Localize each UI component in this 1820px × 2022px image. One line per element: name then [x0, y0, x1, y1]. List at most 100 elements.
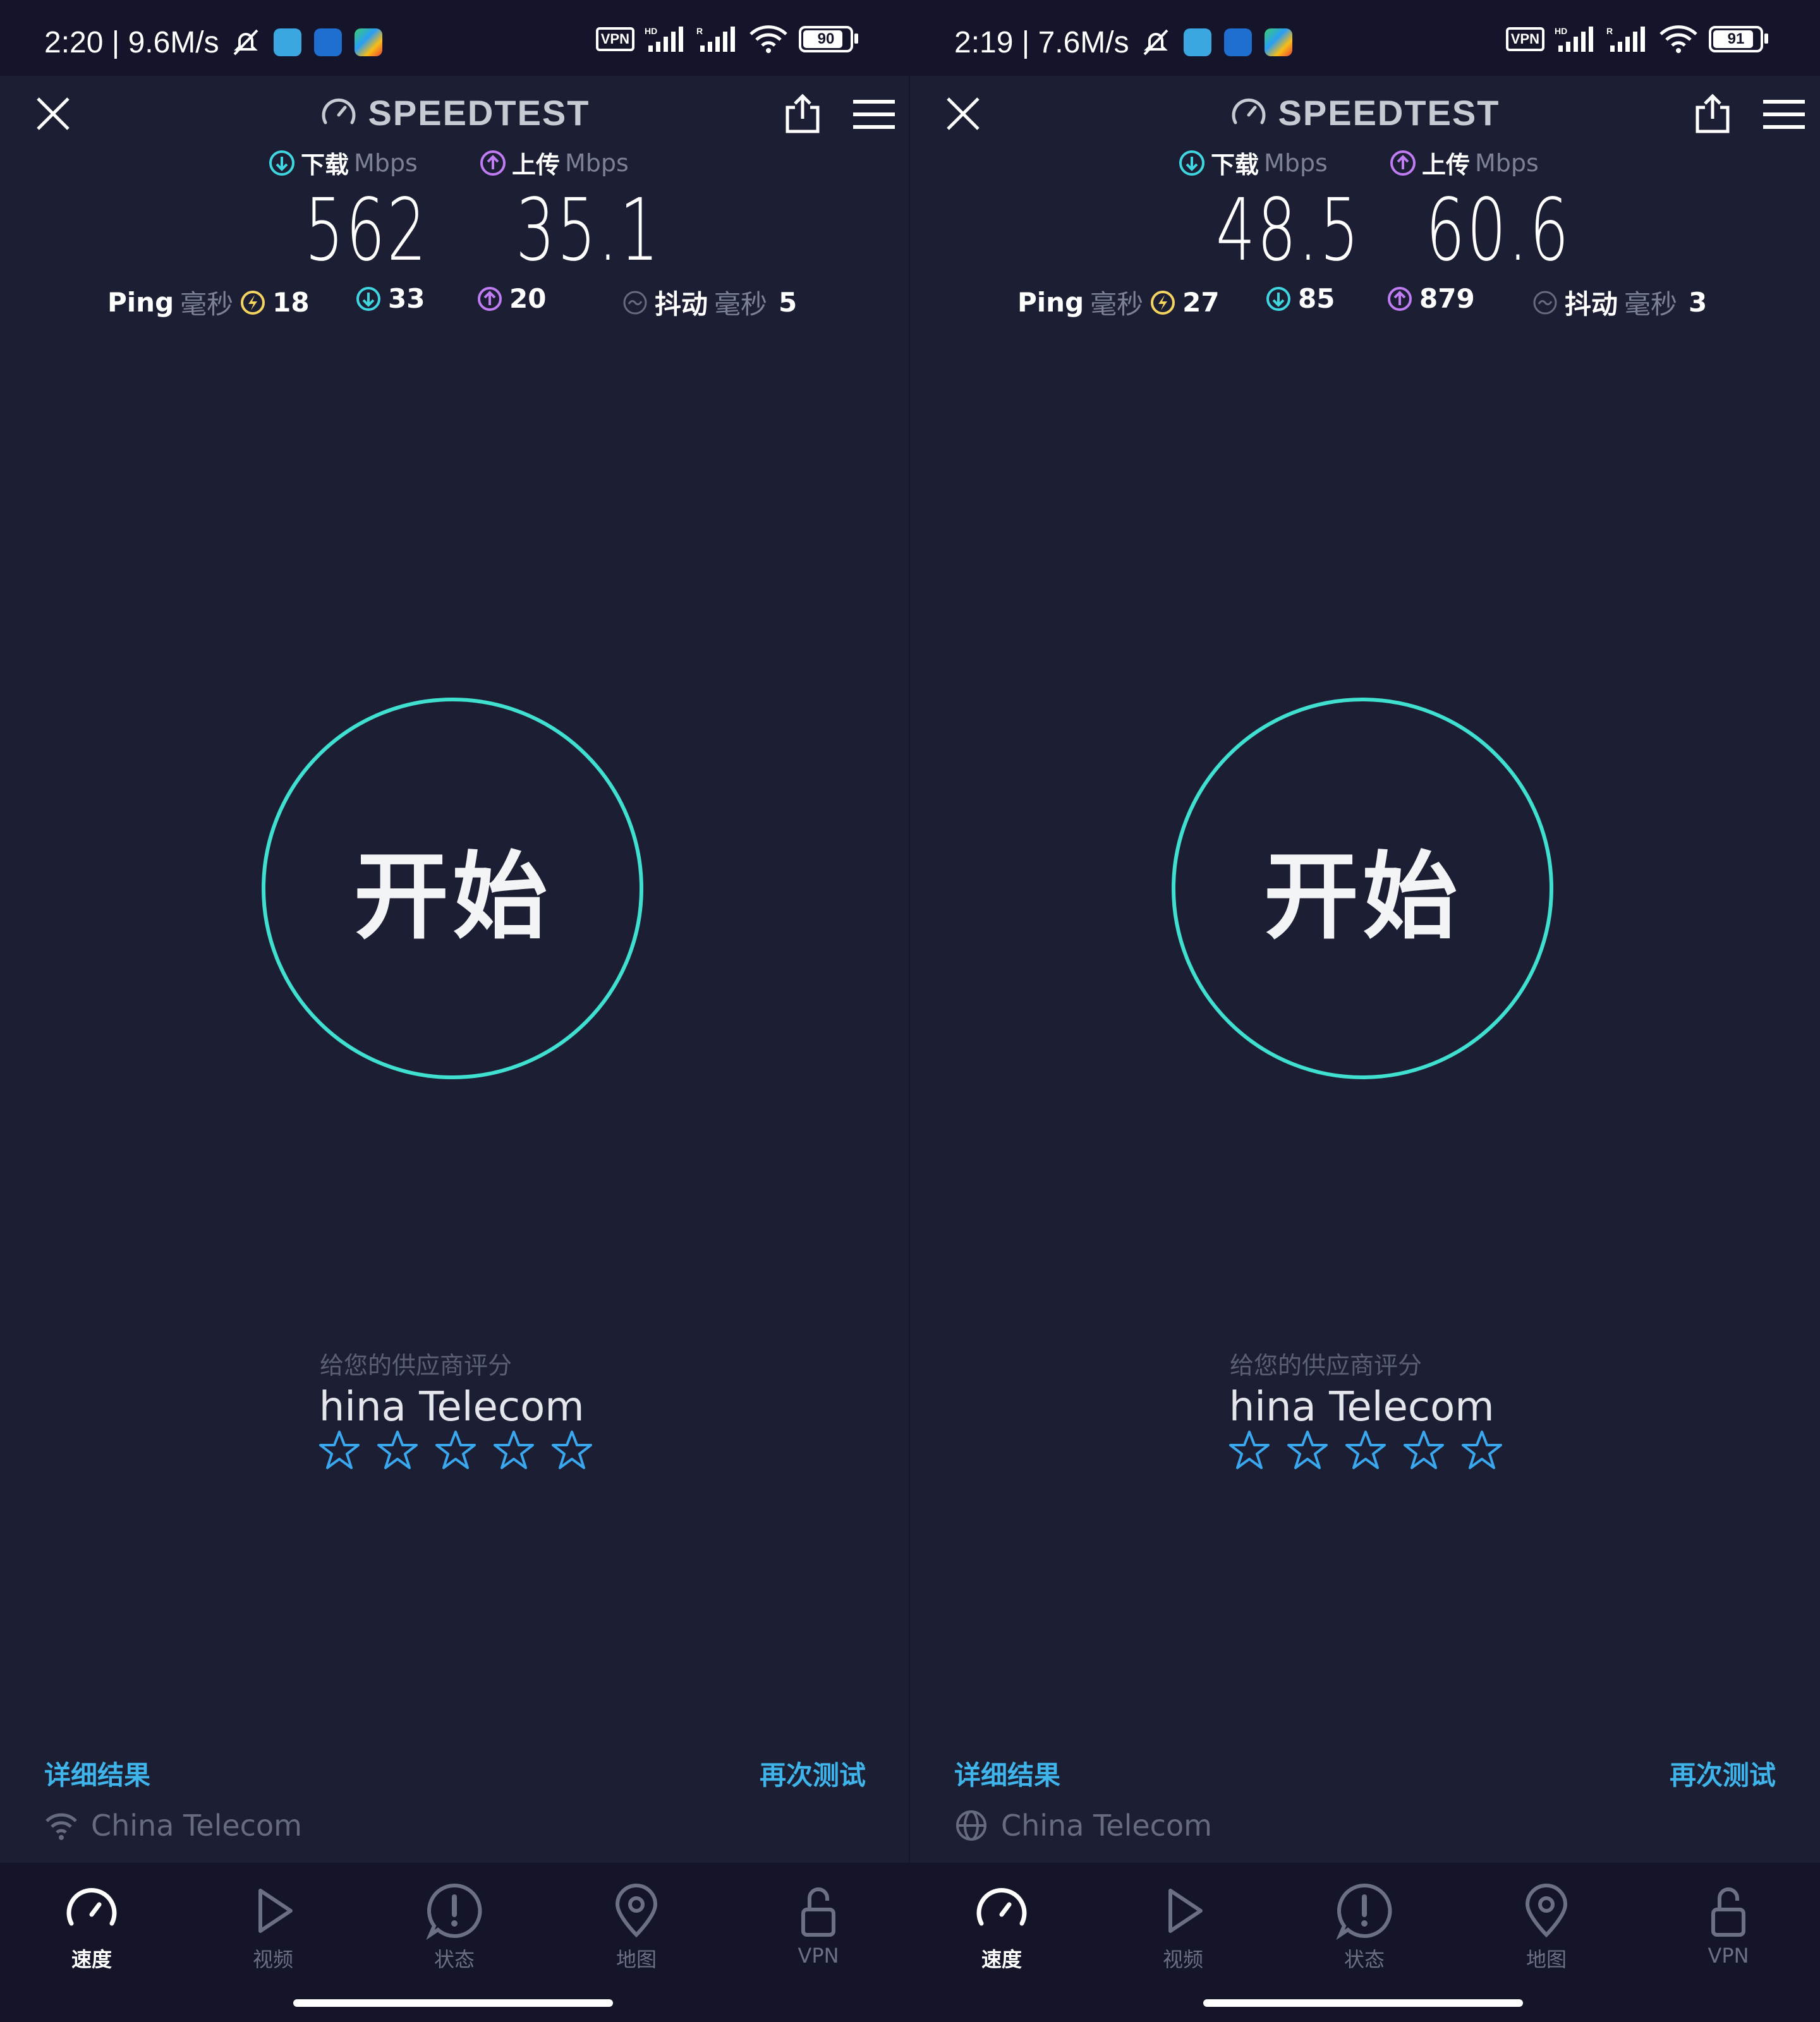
star-icon[interactable] [1345, 1429, 1386, 1471]
jitter-icon [623, 291, 647, 314]
star-icon[interactable] [551, 1429, 593, 1471]
ping-unit: 毫秒 [180, 289, 234, 320]
download-label-text: 下载 [1211, 151, 1259, 179]
rating-provider-name: China Telecom [1230, 1384, 1508, 1431]
speedtest-brand: SPEEDTEST [0, 92, 910, 134]
connection-provider-name: China Telecom [1001, 1808, 1212, 1843]
jitter-value: 3 [1689, 287, 1708, 318]
speedometer-icon [66, 1888, 117, 1926]
star-icon[interactable] [1228, 1429, 1270, 1471]
speedtest-panel-right: 2:19 | 7.6M/s VPN HD R 91 SPEEDTEST 下载 M… [910, 0, 1820, 2022]
home-indicator[interactable] [293, 1999, 613, 2007]
ping-download-icon [1266, 286, 1290, 311]
star-icon[interactable] [493, 1429, 535, 1471]
rating-provider-text: China Telecom [1230, 1384, 1495, 1431]
tab-map-label: 地图 [616, 1947, 657, 1971]
ping-upload-icon [1388, 286, 1412, 311]
tab-status-label: 状态 [434, 1947, 475, 1971]
telegram-icon [274, 28, 301, 56]
ping-unit: 毫秒 [1090, 289, 1144, 320]
tab-status[interactable]: 状态 [401, 1882, 508, 1973]
hamburger-menu-icon[interactable] [853, 99, 895, 130]
test-again-link[interactable]: 再次测试 [1670, 1754, 1776, 1793]
star-icon[interactable] [377, 1429, 418, 1471]
upload-value: 60.6 [1426, 181, 1571, 281]
upload-value: 35.1 [516, 181, 661, 281]
share-icon[interactable] [784, 92, 822, 135]
jitter-unit: 毫秒 [1624, 289, 1678, 320]
speedtest-panel-left: 2:20 | 9.6M/s VPN HD R 90 SPEEDTEST 下载 M… [0, 0, 910, 2022]
battery-level: 91 [1727, 30, 1745, 47]
star-icon[interactable] [1461, 1429, 1503, 1471]
upload-icon [480, 150, 506, 176]
rating-stars [1228, 1429, 1503, 1471]
tab-vpn-label: VPN [798, 1944, 839, 1968]
battery-icon: 91 [1709, 26, 1768, 52]
star-icon[interactable] [1403, 1429, 1445, 1471]
tab-map[interactable]: 地图 [583, 1882, 690, 1973]
upload-unit: Mbps [1475, 148, 1539, 177]
detailed-results-link[interactable]: 详细结果 [44, 1754, 150, 1793]
latency-row: Ping 毫秒 18 33 20 抖动 毫秒 5 [0, 283, 910, 321]
ping-idle: Ping 毫秒 18 [107, 283, 310, 322]
home-indicator[interactable] [1203, 1999, 1523, 2007]
tab-video-label: 视频 [252, 1947, 293, 1971]
ping-download: 85 [1265, 283, 1335, 314]
share-icon[interactable] [1694, 92, 1732, 135]
ping-upload: 879 [1386, 283, 1475, 314]
download-value: 48.5 [1216, 181, 1361, 281]
jitter-unit: 毫秒 [714, 289, 768, 320]
signal-roaming-icon: R [696, 26, 735, 52]
detailed-results-link[interactable]: 详细结果 [954, 1754, 1060, 1793]
svg-text:R: R [1606, 26, 1613, 36]
tab-vpn[interactable]: VPN [765, 1882, 872, 1968]
rating-prompt: 给您的供应商评分 [320, 1352, 513, 1379]
speedometer-icon [976, 1888, 1027, 1926]
star-icon[interactable] [435, 1429, 476, 1471]
ping-download-value: 85 [1298, 283, 1335, 314]
alert-icon [426, 1883, 482, 1940]
tab-vpn[interactable]: VPN [1675, 1882, 1782, 1968]
map-pin-icon [1525, 1884, 1568, 1938]
tab-status-label: 状态 [1344, 1947, 1385, 1971]
start-label: 开始 [1263, 842, 1461, 952]
wifi-icon [46, 1813, 77, 1840]
tab-map-label: 地图 [1526, 1947, 1567, 1971]
tab-speed[interactable]: 速度 [948, 1882, 1055, 1973]
tab-video[interactable]: 视频 [1129, 1882, 1237, 1973]
start-test-button[interactable]: 开始 [1172, 698, 1553, 1079]
download-label-text: 下载 [301, 151, 349, 179]
brand-title: SPEEDTEST [368, 93, 590, 133]
speedtest-logo-icon [322, 98, 356, 124]
tab-video[interactable]: 视频 [219, 1882, 327, 1973]
ping-upload-value: 20 [509, 283, 547, 314]
battery-icon: 90 [799, 26, 858, 52]
battery-level: 90 [817, 30, 835, 47]
ping-upload-icon [478, 286, 502, 311]
hamburger-menu-icon[interactable] [1763, 99, 1805, 130]
star-icon[interactable] [318, 1429, 360, 1471]
upload-label-text: 上传 [512, 151, 561, 179]
rating-provider-text: China Telecom [320, 1384, 585, 1431]
star-icon[interactable] [1287, 1429, 1328, 1471]
tab-map[interactable]: 地图 [1493, 1882, 1600, 1973]
play-icon [258, 1889, 293, 1933]
download-unit: Mbps [354, 148, 418, 177]
jitter-icon [1533, 291, 1557, 314]
ping-idle: Ping 毫秒 27 [1017, 283, 1220, 322]
status-time-speed: 2:19 | 7.6M/s [954, 26, 1129, 59]
rating-prompt: 给您的供应商评分 [1230, 1352, 1423, 1379]
start-label: 开始 [353, 842, 551, 952]
download-label: 下载 Mbps [1178, 145, 1328, 180]
tab-status[interactable]: 状态 [1311, 1882, 1418, 1973]
latency-row: Ping 毫秒 27 85 879 抖动 毫秒 3 [910, 283, 1820, 321]
tab-speed-label: 速度 [981, 1947, 1022, 1971]
signal-hd-icon: HD [645, 26, 683, 52]
play-store-icon [1265, 28, 1292, 56]
jitter: 抖动 毫秒 5 [622, 283, 797, 322]
tab-speed[interactable]: 速度 [38, 1882, 145, 1973]
ping-download-value: 33 [388, 283, 425, 314]
start-test-button[interactable]: 开始 [262, 698, 643, 1079]
wifi-status-icon [749, 25, 787, 53]
test-again-link[interactable]: 再次测试 [760, 1754, 866, 1793]
